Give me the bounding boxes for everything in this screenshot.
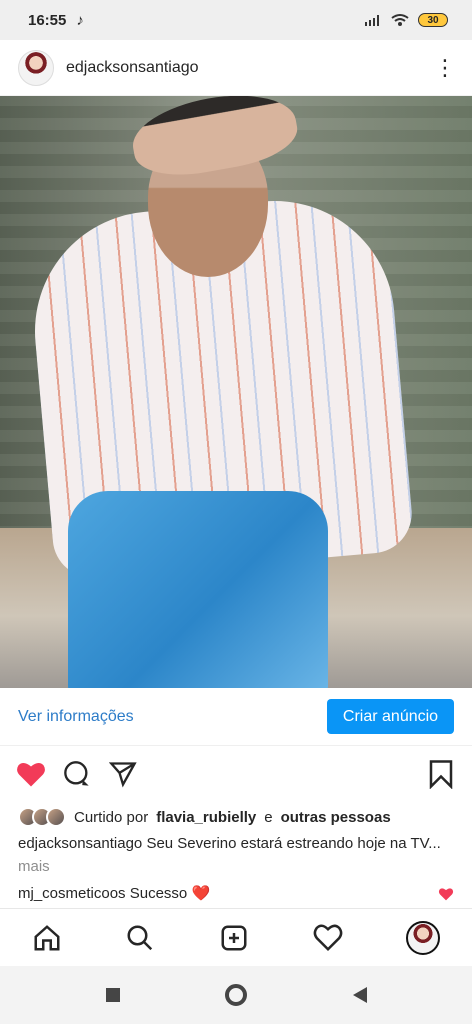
liked-user[interactable]: flavia_rubielly	[156, 809, 256, 826]
wifi-icon	[391, 14, 409, 26]
post-image[interactable]	[0, 96, 472, 688]
add-post-icon[interactable]	[219, 923, 249, 953]
comment-emoji: ❤️	[191, 885, 211, 902]
status-bar: 16:55 ♪ 30	[0, 0, 472, 40]
recent-apps-icon[interactable]	[105, 988, 120, 1002]
post-header: edjacksonsantiago ⋮	[0, 40, 472, 96]
likes-summary[interactable]: Curtido por flavia_rubielly e outras pes…	[0, 802, 472, 832]
tiktok-icon: ♪	[76, 11, 84, 29]
action-left	[16, 759, 138, 789]
liked-text: Curtido por	[74, 808, 149, 826]
status-left: 16:55 ♪	[28, 12, 84, 29]
bottom-navigation	[0, 908, 472, 966]
avatar[interactable]	[18, 49, 54, 86]
comment-text: Sucesso	[129, 885, 188, 902]
post-actions	[0, 746, 472, 802]
signal-icon	[365, 15, 379, 26]
status-time: 16:55	[28, 11, 67, 29]
battery-level: 30	[427, 14, 439, 26]
liker-avatar-3	[46, 807, 66, 827]
caption-more[interactable]: mais	[18, 858, 50, 875]
home-icon[interactable]	[32, 923, 62, 953]
search-icon[interactable]	[125, 923, 155, 953]
post-caption: edjacksonsantiago Seu Severino estará es…	[0, 832, 472, 878]
cta-bar: Ver informações Criar anúncio	[0, 688, 472, 746]
post-user[interactable]: edjacksonsantiago	[18, 49, 199, 86]
home-button-icon[interactable]	[225, 984, 247, 1006]
save-icon[interactable]	[426, 759, 456, 789]
comment-content: mj_cosmeticoos Sucesso ❤️	[18, 882, 210, 905]
create-ad-button[interactable]: Criar anúncio	[327, 699, 454, 734]
view-info-link[interactable]: Ver informações	[18, 708, 134, 726]
battery-icon: 30	[418, 13, 448, 27]
back-icon[interactable]	[352, 987, 367, 1003]
comment-like-icon[interactable]	[438, 887, 454, 901]
liked-others[interactable]: outras pessoas	[281, 809, 391, 826]
post-username[interactable]: edjacksonsantiago	[66, 59, 199, 77]
activity-heart-icon[interactable]	[313, 923, 343, 953]
caption-text: Seu Severino estará estreando hoje na TV…	[146, 835, 441, 852]
like-icon[interactable]	[16, 759, 46, 789]
comment-icon[interactable]	[62, 759, 92, 789]
more-options-icon[interactable]: ⋮	[434, 56, 456, 79]
android-navigation	[0, 966, 472, 1024]
comment-row: mj_cosmeticoos Sucesso ❤️	[0, 882, 472, 905]
create-ad-label: Criar anúncio	[342, 707, 439, 725]
photo-person-jeans	[68, 491, 328, 688]
liked-connector: e	[264, 808, 273, 826]
liked-avatars	[18, 807, 66, 827]
comment-user[interactable]: mj_cosmeticoos	[18, 885, 126, 902]
share-icon[interactable]	[108, 759, 138, 789]
caption-user[interactable]: edjacksonsantiago	[18, 835, 142, 852]
profile-avatar[interactable]	[406, 920, 441, 955]
status-right: 30	[364, 13, 448, 27]
